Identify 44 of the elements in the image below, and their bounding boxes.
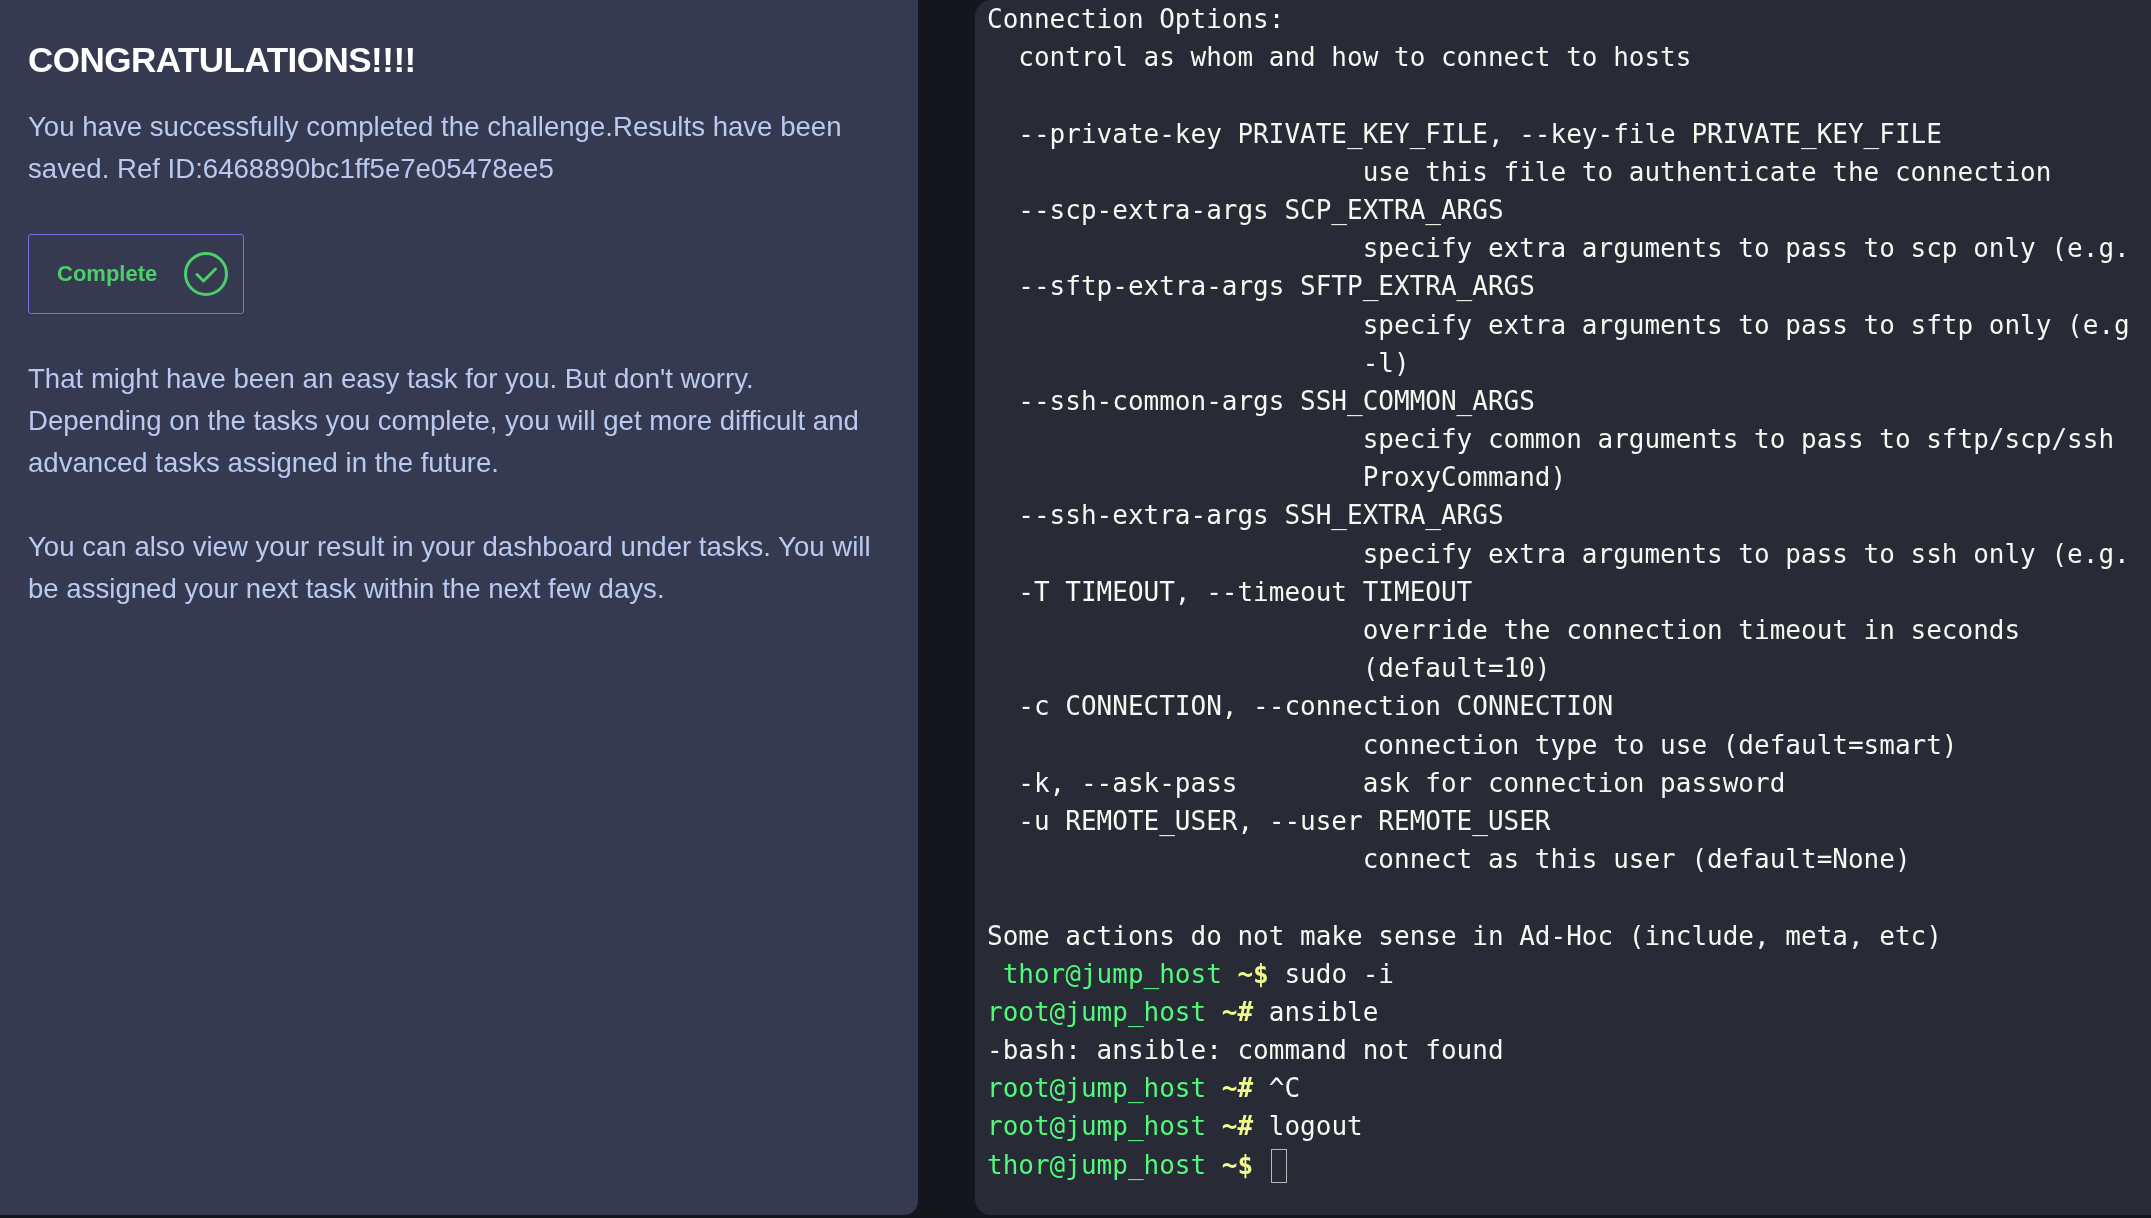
congratulations-heading: CONGRATULATIONS!!!!	[28, 40, 416, 80]
terminal-line: specify extra arguments to pass to ssh only (e.g.	[1361, 538, 2130, 569]
terminal-command: logout	[1268, 1111, 1363, 1142]
terminal-line: --sftp-extra-args SFTP_EXTRA_ARGS	[1017, 271, 1535, 302]
prompt-user-host: root@jump_host	[987, 996, 1207, 1027]
terminal-line: connection type to use (default=smart)	[1361, 729, 1958, 760]
terminal-line: --scp-extra-args SCP_EXTRA_ARGS	[1017, 194, 1504, 225]
terminal-line: -c CONNECTION, --connection CONNECTION	[1017, 691, 1614, 722]
prompt-symbol: ~$	[1237, 958, 1269, 989]
terminal-line: -u REMOTE_USER, --user REMOTE_USER	[1017, 805, 1551, 836]
terminal-line: use this file to authenticate the connection	[1361, 156, 2052, 187]
terminal-line: -T TIMEOUT, --timeout TIMEOUT	[1017, 576, 1473, 607]
prompt-symbol: ~#	[1221, 1073, 1254, 1104]
terminal-line: connect as this user (default=None)	[1361, 844, 1911, 875]
terminal-line: Some actions do not make sense in Ad-Hoc (include, meta, etc)	[987, 920, 1942, 951]
prompt-symbol: ~#	[1221, 1111, 1254, 1142]
terminal-line: -bash: ansible: command not found	[987, 1035, 1504, 1066]
info-paragraph: You can also view your result in your dashboard under tasks. You will be assigned your next task within the next few days.	[28, 530, 872, 606]
terminal-line: specify extra arguments to pass to scp only (e.g.	[1361, 233, 2130, 264]
prompt-user-host: root@jump_host	[987, 1111, 1207, 1142]
complete-status-button[interactable]: Complete	[28, 234, 245, 314]
prompt-symbol: ~#	[1221, 996, 1254, 1027]
terminal-line: -l)	[1361, 347, 1410, 378]
terminal-line: --ssh-extra-args SSH_EXTRA_ARGS	[1017, 500, 1504, 531]
terminal-line: Connection Options:	[987, 4, 1285, 34]
terminal-line: ProxyCommand)	[1361, 462, 1567, 493]
terminal-line: -k, --ask-pass ask for connection password	[1017, 767, 1786, 798]
terminal-line: control as whom and how to connect to hosts	[1017, 42, 1692, 73]
terminal-line: override the connection timeout in seconds	[1361, 615, 2021, 645]
terminal-line: specify common arguments to pass to sftp/scp/ssh	[1361, 424, 2115, 455]
prompt-symbol: ~$	[1221, 1149, 1254, 1180]
terminal-command: ^C	[1268, 1073, 1301, 1104]
prompt-user-host: thor@jump_host	[987, 1149, 1207, 1180]
terminal-line: --private-key PRIVATE_KEY_FILE, --key-file PRIVATE_KEY_FILE	[1017, 118, 1942, 149]
terminal-line: specify extra arguments to pass to sftp only (e.g	[1361, 309, 2130, 340]
prompt-user-host: root@jump_host	[987, 1073, 1207, 1104]
terminal-line: (default=10)	[1361, 653, 1551, 684]
result-message: You have successfully completed the challenge.Results have been saved. Ref ID:6468890bc1ff5e7e05478ee5	[28, 110, 843, 186]
terminal-line: --ssh-common-args SSH_COMMON_ARGS	[1017, 385, 1535, 416]
check-circle-icon	[183, 251, 230, 297]
terminal-command: ansible	[1268, 996, 1379, 1027]
terminal-command: sudo -i	[1284, 958, 1394, 989]
prompt-user-host: thor@jump_host	[1001, 958, 1222, 989]
info-paragraph: That might have been an easy task for you. But don't worry. Depending on the tasks you complete, you will get more difficult and advanced tasks assigned in the future.	[28, 362, 860, 480]
